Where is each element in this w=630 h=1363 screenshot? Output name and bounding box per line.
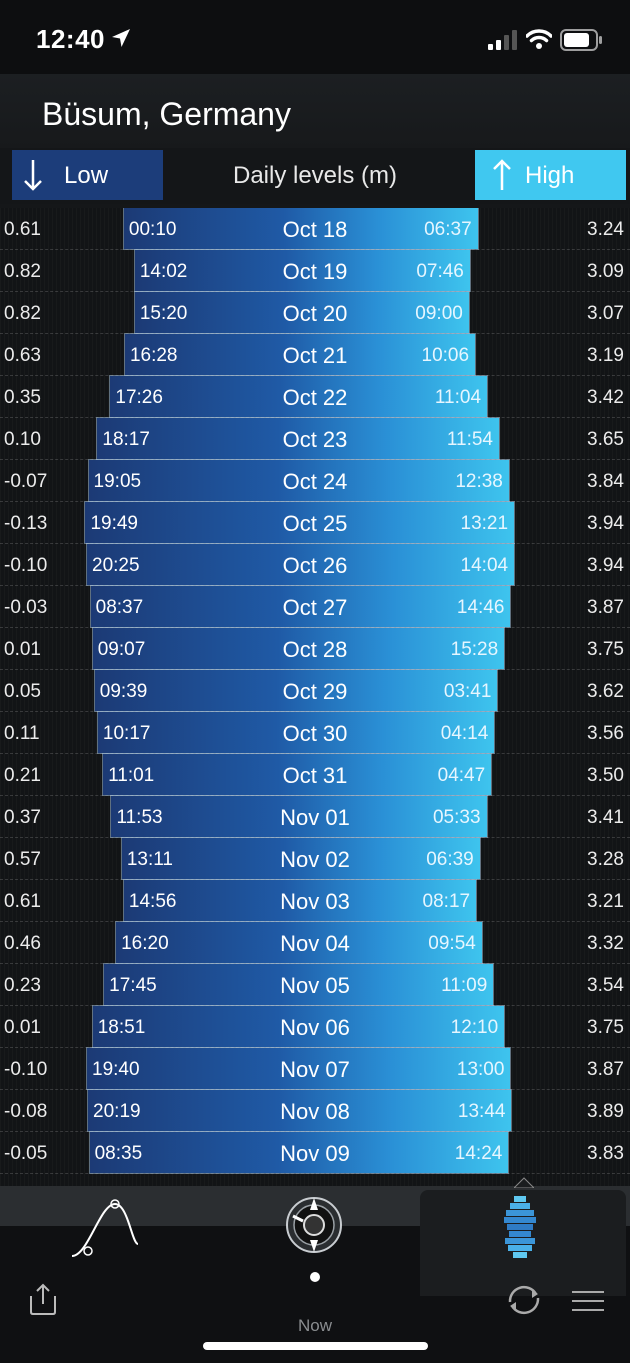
table-row[interactable]: -0.10 19:40 13:00 Nov 07 3.87	[0, 1048, 630, 1090]
high-legend-button[interactable]: High	[475, 150, 626, 200]
high-level-value: 3.21	[587, 891, 624, 912]
row-divider	[0, 1173, 630, 1174]
table-row[interactable]: 0.10 18:17 11:54 Oct 23 3.65	[0, 418, 630, 460]
high-level-value: 3.54	[587, 975, 624, 996]
menu-icon[interactable]	[572, 1290, 604, 1312]
high-legend-label: High	[525, 162, 575, 189]
row-date: Oct 23	[282, 427, 348, 452]
table-row[interactable]: 0.63 16:28 10:06 Oct 21 3.19	[0, 334, 630, 376]
row-date: Nov 04	[280, 931, 350, 956]
high-level-value: 3.94	[587, 513, 624, 534]
row-date: Nov 02	[280, 847, 350, 872]
row-date: Oct 18	[282, 217, 348, 242]
table-row[interactable]: 0.61 00:10 06:37 Oct 18 3.24	[0, 208, 630, 250]
table-row[interactable]: 0.46 16:20 09:54 Nov 04 3.32	[0, 922, 630, 964]
high-level-value: 3.62	[587, 681, 624, 702]
tab-compass[interactable]	[283, 1194, 345, 1261]
table-row[interactable]: 0.05 09:39 03:41 Oct 29 3.62	[0, 670, 630, 712]
table-row[interactable]: -0.13 19:49 13:21 Oct 25 3.94	[0, 502, 630, 544]
table-row[interactable]: -0.08 20:19 13:44 Nov 08 3.89	[0, 1090, 630, 1132]
high-level-value: 3.75	[587, 1017, 624, 1038]
status-bar: 12:40	[0, 0, 630, 74]
table-row[interactable]: -0.03 08:37 14:46 Oct 27 3.87	[0, 586, 630, 628]
table-row[interactable]: -0.07 19:05 12:38 Oct 24 3.84	[0, 460, 630, 502]
table-row[interactable]: 0.23 17:45 11:09 Nov 05 3.54	[0, 964, 630, 1006]
row-date: Nov 01	[280, 805, 350, 830]
location-arrow-icon	[112, 29, 130, 47]
high-level-value: 3.65	[587, 429, 624, 450]
row-date: Nov 09	[280, 1141, 350, 1166]
table-row[interactable]: 0.57 13:11 06:39 Nov 02 3.28	[0, 838, 630, 880]
high-level-value: 3.19	[587, 345, 624, 366]
row-date: Oct 31	[282, 763, 348, 788]
active-tab-caret-icon	[514, 1177, 534, 1188]
table-row[interactable]: -0.10 20:25 14:04 Oct 26 3.94	[0, 544, 630, 586]
high-level-value: 3.75	[587, 639, 624, 660]
home-indicator	[203, 1342, 428, 1350]
table-row[interactable]: 0.82 15:20 09:00 Oct 20 3.07	[0, 292, 630, 334]
row-date: Nov 06	[280, 1015, 350, 1040]
row-date: Oct 27	[282, 595, 348, 620]
row-date: Nov 08	[280, 1099, 350, 1124]
tab-tide-curve[interactable]	[70, 1196, 140, 1263]
table-row[interactable]: 0.21 11:01 04:47 Oct 31 3.50	[0, 754, 630, 796]
high-level-value: 3.50	[587, 765, 624, 786]
location-title[interactable]: Büsum, Germany	[42, 96, 291, 133]
row-date: Oct 21	[282, 343, 348, 368]
table-row[interactable]: 0.35 17:26 11:04 Oct 22 3.42	[0, 376, 630, 418]
row-date: Oct 30	[282, 721, 348, 746]
status-time: 12:40	[36, 24, 105, 54]
daily-levels-table[interactable]: 0.61 00:10 06:37 Oct 18 3.24 0.82 14:02 07:46 Oc…	[0, 208, 630, 1188]
high-level-value: 3.87	[587, 597, 624, 618]
table-row[interactable]: 0.61 14:56 08:17 Nov 03 3.21	[0, 880, 630, 922]
row-date: Nov 03	[280, 889, 350, 914]
tab-bar: Now	[0, 1177, 630, 1363]
row-date: Oct 26	[282, 553, 348, 578]
share-icon[interactable]	[26, 1282, 60, 1316]
row-date: Oct 28	[282, 637, 348, 662]
high-level-value: 3.24	[587, 219, 624, 240]
high-level-value: 3.94	[587, 555, 624, 576]
wifi-icon	[526, 29, 552, 49]
daily-levels-icon	[504, 1196, 536, 1258]
cellular-signal-icon	[488, 30, 517, 50]
row-date: Oct 25	[282, 511, 348, 536]
arrow-up-icon	[493, 159, 511, 190]
high-level-value: 3.42	[587, 387, 624, 408]
high-level-value: 3.84	[587, 471, 624, 492]
high-level-value: 3.56	[587, 723, 624, 744]
high-level-value: 3.41	[587, 807, 624, 828]
page-indicator-dot	[310, 1272, 320, 1282]
row-date: Oct 20	[282, 301, 348, 326]
high-level-value: 3.32	[587, 933, 624, 954]
refresh-icon[interactable]	[504, 1284, 544, 1316]
battery-icon	[560, 29, 602, 51]
high-level-value: 3.89	[587, 1101, 624, 1122]
table-row[interactable]: 0.11 10:17 04:14 Oct 30 3.56	[0, 712, 630, 754]
row-date: Oct 29	[282, 679, 348, 704]
compass-icon	[286, 1197, 342, 1253]
row-date: Oct 24	[282, 469, 348, 494]
row-date: Nov 05	[280, 973, 350, 998]
row-date: Oct 22	[282, 385, 348, 410]
table-row[interactable]: 0.37 11:53 05:33 Nov 01 3.41	[0, 796, 630, 838]
row-date: Nov 07	[280, 1057, 350, 1082]
table-row[interactable]: -0.05 08:35 14:24 Nov 09 3.83	[0, 1132, 630, 1174]
table-row[interactable]: 0.82 14:02 07:46 Oct 19 3.09	[0, 250, 630, 292]
high-level-value: 3.87	[587, 1059, 624, 1080]
table-row[interactable]: 0.01 18:51 12:10 Nov 06 3.75	[0, 1006, 630, 1048]
now-label[interactable]: Now	[0, 1316, 630, 1336]
high-level-value: 3.09	[587, 261, 624, 282]
table-row[interactable]: 0.01 09:07 15:28 Oct 28 3.75	[0, 628, 630, 670]
tab-daily-levels[interactable]	[500, 1194, 540, 1265]
high-level-value: 3.07	[587, 303, 624, 324]
row-date: Oct 19	[282, 259, 348, 284]
high-level-value: 3.28	[587, 849, 624, 870]
high-level-value: 3.83	[587, 1143, 624, 1164]
tide-curve-icon	[71, 1199, 139, 1257]
